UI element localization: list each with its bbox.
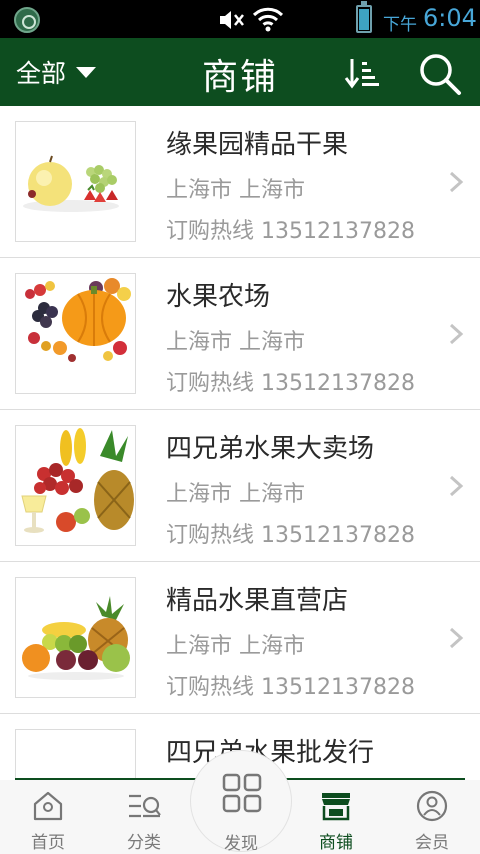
store-thumbnail bbox=[15, 425, 136, 546]
store-list-item[interactable]: 四兄弟水果大卖场 上海市 上海市 订购热线 13512137828 bbox=[0, 410, 480, 562]
nav-item-discover[interactable]: 发现 bbox=[190, 750, 292, 854]
nav-label: 商铺 bbox=[319, 833, 353, 853]
home-icon bbox=[33, 791, 63, 821]
store-location: 上海市 上海市 bbox=[166, 330, 305, 355]
store-location: 上海市 上海市 bbox=[166, 482, 305, 507]
nav-item-home[interactable]: 首页 bbox=[0, 780, 96, 854]
wifi-icon bbox=[252, 7, 284, 32]
nav-label: 分类 bbox=[127, 833, 161, 853]
nav-item-member[interactable]: 会员 bbox=[384, 780, 480, 854]
status-bar: 下午 6:04 bbox=[0, 0, 480, 38]
store-list-item[interactable]: 水果农场 上海市 上海市 订购热线 13512137828 bbox=[0, 258, 480, 410]
category-icon bbox=[129, 794, 161, 818]
store-name: 水果农场 bbox=[166, 282, 271, 312]
nav-item-store[interactable]: 商铺 bbox=[288, 780, 384, 854]
nav-item-category[interactable]: 分类 bbox=[96, 780, 192, 854]
search-icon[interactable] bbox=[418, 52, 462, 96]
clock: 6:04 bbox=[423, 4, 477, 32]
nav-label: 发现 bbox=[224, 834, 258, 854]
store-thumbnail bbox=[15, 729, 136, 778]
store-icon bbox=[322, 793, 350, 821]
nav-label: 会员 bbox=[415, 833, 449, 853]
store-name: 缘果园精品干果 bbox=[166, 130, 349, 160]
store-thumbnail bbox=[15, 273, 136, 394]
store-list-item[interactable]: 缘果园精品干果 上海市 上海市 订购热线 13512137828 bbox=[0, 106, 480, 258]
store-name: 精品水果直营店 bbox=[166, 586, 349, 616]
store-thumbnail bbox=[15, 577, 136, 698]
store-location: 上海市 上海市 bbox=[166, 178, 305, 203]
store-location: 上海市 上海市 bbox=[166, 634, 305, 659]
store-hotline: 订购热线 13512137828 bbox=[166, 523, 415, 548]
time-period: 下午 bbox=[383, 15, 417, 35]
chevron-right-icon bbox=[449, 627, 464, 649]
user-icon bbox=[416, 790, 448, 822]
battery-icon bbox=[356, 1, 372, 33]
sort-icon[interactable] bbox=[344, 56, 380, 90]
chevron-right-icon bbox=[449, 475, 464, 497]
title-bar: 全部 商铺 bbox=[0, 38, 480, 106]
store-list-item[interactable]: 精品水果直营店 上海市 上海市 订购热线 13512137828 bbox=[0, 562, 480, 714]
store-name: 四兄弟水果大卖场 bbox=[166, 434, 375, 464]
store-list: 缘果园精品干果 上海市 上海市 订购热线 13512137828 水果农场 上海 bbox=[0, 106, 480, 778]
app-notification-icon bbox=[14, 7, 40, 33]
store-hotline: 订购热线 13512137828 bbox=[166, 675, 415, 700]
chevron-right-icon bbox=[449, 323, 464, 345]
store-thumbnail bbox=[15, 121, 136, 242]
nav-label: 首页 bbox=[31, 833, 65, 853]
store-hotline: 订购热线 13512137828 bbox=[166, 371, 415, 396]
page-title: 商铺 bbox=[201, 57, 278, 98]
grid-icon bbox=[222, 773, 262, 813]
mute-icon bbox=[220, 11, 244, 29]
chevron-right-icon bbox=[449, 171, 464, 193]
store-hotline: 订购热线 13512137828 bbox=[166, 219, 415, 244]
